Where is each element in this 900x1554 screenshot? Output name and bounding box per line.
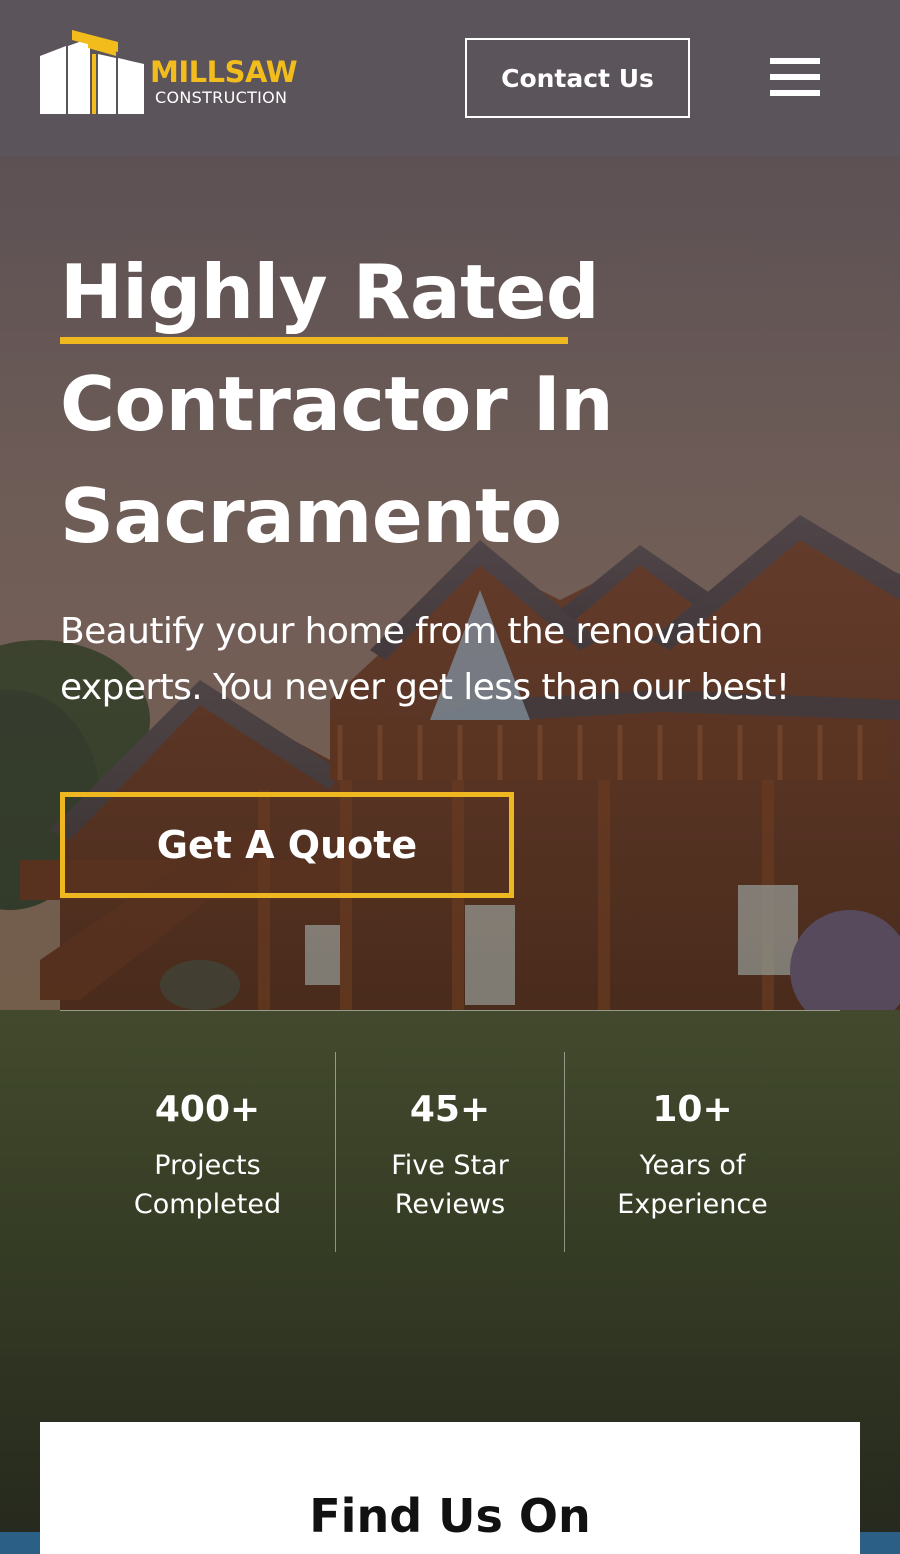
- stat-value: 400+: [154, 1089, 261, 1130]
- stat-value: 10+: [652, 1089, 733, 1130]
- site-header: MILLSAW CONSTRUCTION Contact Us: [0, 0, 900, 156]
- stat-label: Projects Completed: [80, 1146, 335, 1224]
- page: MILLSAW CONSTRUCTION Contact Us Highly R…: [0, 0, 900, 1554]
- stat-label-line: Five Star: [391, 1150, 509, 1181]
- stat-label: Years of Experience: [565, 1146, 820, 1224]
- stat-label-line: Projects: [154, 1150, 261, 1181]
- find-us-card: Find Us On: [40, 1422, 860, 1554]
- stat-label-line: Experience: [617, 1189, 768, 1220]
- stats-row: 400+ Projects Completed 45+ Five Star Re…: [80, 1052, 820, 1252]
- stat-experience: 10+ Years of Experience: [565, 1052, 820, 1252]
- contact-us-button[interactable]: Contact Us: [465, 38, 690, 118]
- hero-subtitle-line: Beautify your home from the renovation: [60, 611, 763, 652]
- stat-label: Five Star Reviews: [336, 1146, 564, 1224]
- find-us-title: Find Us On: [309, 1489, 591, 1543]
- hero-title: Highly Rated Contractor In Sacramento: [60, 236, 840, 572]
- stat-label-line: Years of: [639, 1150, 746, 1181]
- site-logo[interactable]: MILLSAW CONSTRUCTION: [38, 30, 318, 120]
- get-a-quote-button[interactable]: Get A Quote: [60, 792, 514, 898]
- hero-subtitle-line: experts. You never get less than our bes…: [60, 667, 790, 708]
- hero-title-line: Sacramento: [60, 472, 562, 560]
- hero-title-line: Highly Rated: [60, 248, 600, 336]
- hero-title-line: Contractor In: [60, 360, 614, 448]
- stat-value: 45+: [409, 1089, 491, 1130]
- hero-overlay: [0, 0, 900, 1554]
- hero-subtitle: Beautify your home from the renovation e…: [60, 604, 850, 716]
- stat-projects: 400+ Projects Completed: [80, 1052, 335, 1252]
- building-logo-icon: [40, 30, 144, 114]
- section-divider: [60, 1010, 840, 1011]
- logo-subtitle: CONSTRUCTION: [155, 88, 288, 107]
- stat-reviews: 45+ Five Star Reviews: [336, 1052, 564, 1252]
- hamburger-icon[interactable]: [766, 55, 822, 99]
- stat-label-line: Reviews: [394, 1189, 506, 1220]
- stat-label-line: Completed: [133, 1189, 282, 1220]
- title-accent-underline: [60, 337, 568, 344]
- logo-name: MILLSAW: [150, 55, 298, 89]
